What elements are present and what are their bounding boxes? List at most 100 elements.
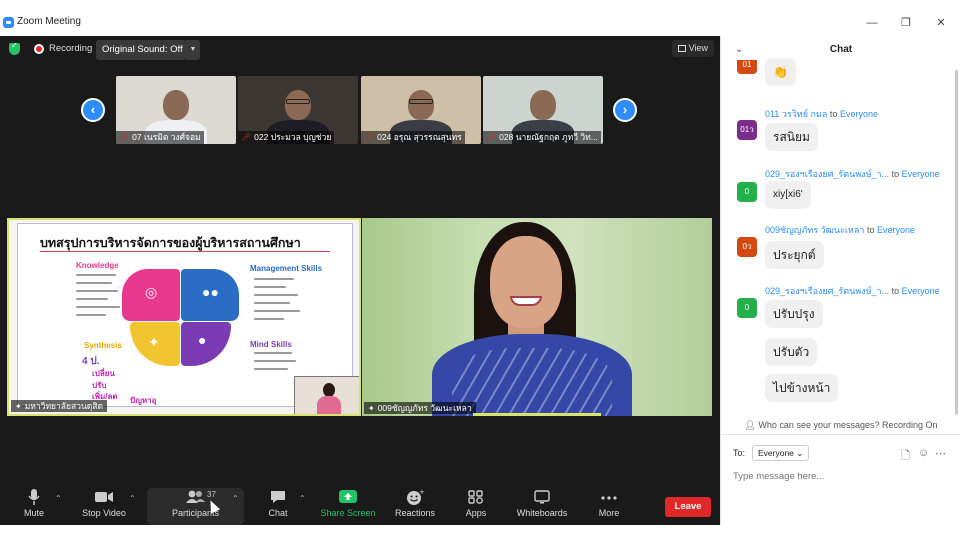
chat-scrollbar[interactable] (955, 70, 958, 415)
participant-head (285, 90, 311, 120)
video-options-caret-icon[interactable]: ⌃ (129, 494, 136, 503)
participant-thumbnail[interactable]: 🎤︎ 024 อรุณ สุวรรณสุนทร (361, 76, 481, 144)
share-screen-button[interactable]: Share Screen (318, 488, 378, 525)
participant-head (530, 90, 556, 120)
speaker-face (490, 236, 562, 328)
active-speaker-indicator (473, 413, 601, 416)
mic-muted-icon: 🎤︎ (364, 133, 375, 142)
chat-caret-icon[interactable]: ⌃ (299, 494, 306, 503)
view-button[interactable]: View (671, 40, 714, 57)
stop-video-button[interactable]: Stop Video (78, 488, 130, 525)
security-shield-icon[interactable] (9, 41, 20, 55)
participant-name-tag: 🎤︎ 022 ประมวล บุญช่วย (238, 131, 335, 144)
participant-name: 022 ประมวล บุญช่วย (254, 132, 332, 142)
message-sender-line: 009ชัญญภัทร วัฒนะเหลา to Everyone (765, 223, 915, 237)
slide-scribble (254, 318, 284, 320)
chat-title: Chat (829, 44, 853, 55)
emoji-icon[interactable]: ☺︎ (918, 447, 929, 459)
close-button[interactable]: ✕ (933, 17, 949, 29)
previous-page-button[interactable]: ‹ (81, 98, 105, 122)
grid-icon (677, 45, 686, 52)
title-bar: Zoom Meeting — ❐ ✕ (0, 14, 960, 36)
minimize-button[interactable]: — (864, 17, 880, 29)
participants-button[interactable]: 37 Participants (147, 488, 244, 525)
globe-icon: ◎ (145, 284, 158, 300)
participant-thumbnail[interactable]: 🎤︎ 07 เนรมิต วงศ์จอม (116, 76, 236, 144)
message-bubble: รสนิยม (765, 123, 818, 151)
slide-scribble (76, 306, 120, 308)
slide-scribble (76, 314, 106, 316)
view-label: View (688, 43, 708, 53)
recipient-select[interactable]: Everyone ⌄ (752, 445, 810, 461)
more-label: More (598, 508, 620, 518)
zoom-window: Zoom Meeting — ❐ ✕ Recording Original So… (0, 0, 960, 540)
chat-button[interactable]: Chat (258, 488, 298, 525)
video-tile-shared-slide[interactable]: บทสรุปการบริหารจัดการของผู้บริหารสถานศึก… (7, 218, 361, 416)
message-to: to (866, 225, 875, 235)
glasses (286, 99, 310, 104)
mic-muted-icon: 🎤︎ (486, 133, 497, 142)
participant-thumbnail[interactable]: 🎤︎ 022 ประมวล บุญช่วย (238, 76, 358, 144)
slide-scribble (76, 282, 112, 284)
chevron-down-icon: ⌄ (796, 448, 804, 458)
video-camera-icon (78, 488, 130, 508)
chevron-down-icon[interactable]: ⌄ (735, 44, 743, 55)
message-sender-line: 029_รองฯเรืองยศ_รัตนพงษ์_า... to Everyon… (765, 284, 940, 298)
more-options-icon[interactable]: ⋯ (935, 447, 946, 460)
message-sender[interactable]: 029_รองฯเรืองยศ_รัตนพงษ์_า... (765, 286, 889, 296)
slide-label-synthesis: Synthesis (84, 341, 122, 350)
reactions-button[interactable]: + Reactions (393, 488, 437, 525)
chat-label: Chat (268, 508, 288, 518)
slide-title: บทสรุปการบริหารจัดการของผู้บริหารสถานศึก… (40, 236, 301, 250)
mic-muted-icon: 🎤︎ (241, 133, 252, 142)
apps-button[interactable]: Apps (459, 488, 493, 525)
chat-message-input[interactable] (733, 468, 953, 484)
presenter-pip-video (294, 376, 359, 414)
participants-label: Participants (171, 508, 220, 518)
message-bubble: ปรับตัว (765, 338, 818, 366)
message-visibility-note[interactable]: 👤︎ Who can see your messages? Recording … (721, 420, 960, 431)
presenter-body (317, 396, 341, 414)
audio-options-caret-icon[interactable]: ⌃ (55, 494, 62, 503)
tile-name: มหาวิทยาลัยสวนดุสิต (24, 401, 104, 411)
original-sound-button[interactable]: Original Sound: Off (96, 40, 186, 60)
glasses (409, 99, 433, 104)
message-to: to (891, 286, 900, 296)
speaker-smile (510, 296, 542, 306)
leave-button[interactable]: Leave (665, 497, 711, 517)
video-tile-speaker[interactable]: ✦ 009ชัญญภัทร วัฒนะเหลา (362, 218, 712, 416)
head-icon: ● (198, 332, 207, 348)
slide-scribble (76, 298, 108, 300)
participant-thumbnail[interactable]: 🎤︎ 028 นายณัฐกฤต ภูทวี วิท... (483, 76, 603, 144)
slide-scribble (254, 278, 294, 280)
mute-button[interactable]: Mute (14, 488, 54, 525)
file-icon[interactable]: 🗋︎ (901, 447, 910, 466)
message-sender[interactable]: 029_รองฯเรืองยศ_รัตนพงษ์_า... (765, 169, 889, 179)
slide-scribble (254, 294, 298, 296)
message-sender[interactable]: 009ชัญญภัทร วัฒนะเหลา (765, 225, 864, 235)
slide-scribble (254, 352, 292, 354)
whiteboards-button[interactable]: Whiteboards (512, 488, 572, 525)
message-avatar: 01ว (737, 120, 757, 140)
restore-button[interactable]: ❐ (898, 17, 914, 29)
presenter-head (323, 383, 335, 397)
apps-label: Apps (465, 508, 487, 518)
slide-scribble (254, 368, 288, 370)
window-title: Zoom Meeting (17, 16, 81, 27)
mic-muted-icon: 🎤︎ (119, 133, 130, 142)
people-icon: ●● (202, 284, 219, 300)
chevron-down-icon[interactable]: ▼ (186, 40, 200, 60)
message-avatar: 0ว (737, 237, 757, 257)
message-bubble: ประยุกต์ (765, 241, 824, 269)
whiteboards-label: Whiteboards (516, 508, 568, 518)
more-button[interactable]: More (592, 488, 626, 525)
slide-label-mind: Mind Skills (250, 340, 292, 349)
recipient-value: Everyone (758, 448, 794, 458)
lightbulb-icon: ✦ (148, 334, 160, 350)
visibility-text: Who can see your messages? Recording On (758, 420, 938, 430)
person-icon: 👤︎ (744, 420, 759, 430)
participants-caret-icon[interactable]: ⌃ (232, 494, 239, 503)
participant-name: 024 อรุณ สุวรรณสุนทร (377, 132, 462, 142)
message-sender[interactable]: 011 วรวิทย์ กมล (765, 109, 827, 119)
next-page-button[interactable]: › (613, 98, 637, 122)
